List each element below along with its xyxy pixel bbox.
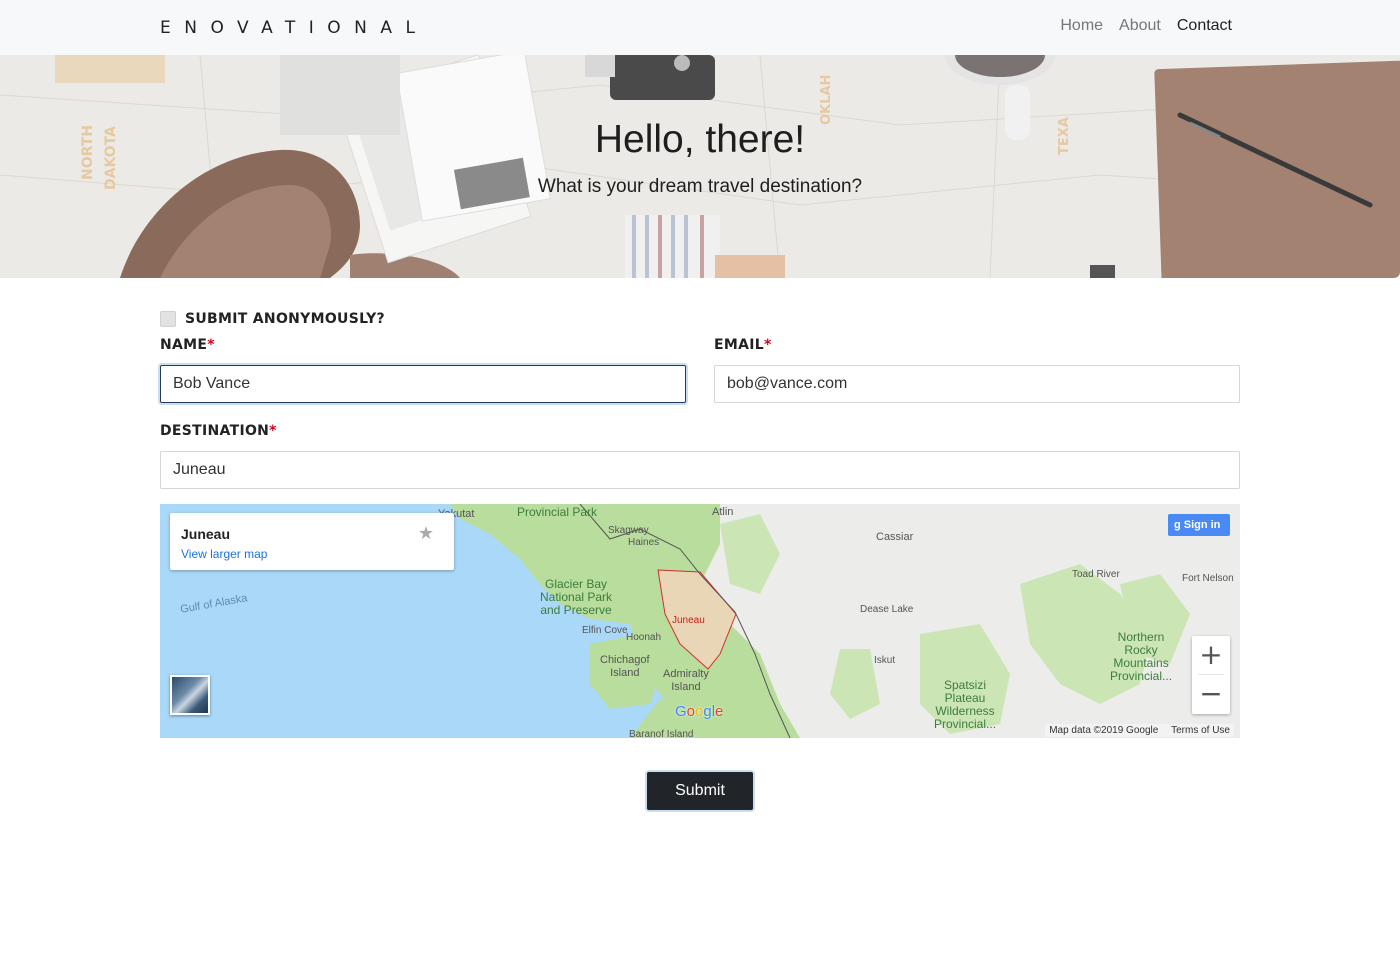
- required-marker: *: [763, 337, 772, 353]
- nav-contact-link[interactable]: Contact: [1177, 17, 1232, 35]
- google-logo: Google: [675, 703, 724, 720]
- hero-background-image: NORTH DAKOTA OKLAH TEXA: [0, 55, 1400, 278]
- map-label-toad-river: Toad River: [1072, 569, 1120, 580]
- map-label-admiralty: Admiralty Island: [663, 668, 709, 693]
- map-sign-in-button[interactable]: g Sign in: [1168, 514, 1230, 536]
- email-label-text: EMAIL: [714, 337, 764, 353]
- map-label-dease-lake: Dease Lake: [860, 604, 914, 615]
- hero-banner: NORTH DAKOTA OKLAH TEXA Hello, there! Wh…: [0, 55, 1400, 278]
- brand-logo[interactable]: ENOVATIONAL: [160, 18, 429, 38]
- google-plus-icon: g: [1174, 519, 1181, 531]
- map-label-fort-nelson: Fort Nelson: [1182, 573, 1234, 584]
- nav-about-link[interactable]: About: [1119, 17, 1161, 35]
- view-larger-map-link[interactable]: View larger map: [181, 547, 267, 561]
- map-label-glacier-bay: Glacier Bay National Park and Preserve: [540, 577, 613, 617]
- map-label-provincial-park: Provincial Park: [517, 505, 598, 519]
- map-label-chichagof: Chichagof Island: [600, 654, 650, 679]
- email-label: EMAIL*: [714, 337, 772, 353]
- star-icon[interactable]: ★: [418, 523, 434, 544]
- map-info-card: Juneau View larger map ★: [170, 513, 454, 570]
- satellite-toggle-thumbnail[interactable]: [170, 675, 210, 715]
- email-input[interactable]: bob@vance.com: [714, 365, 1240, 403]
- map-label-baranof: Baranof Island: [629, 729, 694, 738]
- navbar: ENOVATIONAL Home About Contact: [0, 0, 1400, 55]
- map-label-haines: Haines: [628, 537, 660, 548]
- anonymous-label[interactable]: SUBMIT ANONYMOUSLY?: [185, 311, 385, 327]
- zoom-out-button[interactable]: −: [1192, 675, 1230, 713]
- destination-label-text: DESTINATION: [160, 423, 270, 439]
- name-input[interactable]: Bob Vance: [160, 365, 686, 403]
- hero-subtitle: What is your dream travel destination?: [537, 176, 863, 197]
- submit-button[interactable]: Submit: [647, 772, 753, 810]
- anonymous-row: SUBMIT ANONYMOUSLY?: [160, 311, 385, 327]
- nav-links: Home About Contact: [1060, 17, 1232, 35]
- name-label: NAME*: [160, 337, 215, 353]
- required-marker: *: [269, 423, 277, 439]
- map-label-spatsizi: Spatsizi Plateau Wilderness Provincial..…: [934, 678, 997, 731]
- destination-label: DESTINATION*: [160, 423, 277, 439]
- map-label-northern-rocky: Northern Rocky Mountains Provincial...: [1110, 630, 1173, 683]
- map-zoom-controls: + −: [1192, 636, 1230, 714]
- map-label-juneau: Juneau: [672, 615, 705, 626]
- destination-input[interactable]: Juneau: [160, 451, 1240, 489]
- map-label-atlin: Atlin: [712, 506, 734, 518]
- terms-of-use-link[interactable]: Terms of Use: [1171, 725, 1230, 736]
- map-label-cassiar: Cassiar: [876, 531, 914, 543]
- map-label-elfin-cove: Elfin Cove: [582, 625, 628, 636]
- sign-in-label: Sign in: [1183, 519, 1221, 531]
- map-label-iskut: Iskut: [874, 655, 896, 666]
- nav-home-link[interactable]: Home: [1060, 17, 1103, 35]
- map-footer: Map data ©2019 Google Terms of Use: [1045, 724, 1234, 737]
- map-place-title: Juneau: [181, 526, 231, 542]
- destination-map[interactable]: Provincial Park Yakutat Atlin Skagway Ha…: [160, 504, 1240, 738]
- name-label-text: NAME: [160, 337, 208, 353]
- required-marker: *: [207, 337, 215, 353]
- hero-title: Hello, there!: [594, 118, 806, 161]
- zoom-in-button[interactable]: +: [1192, 636, 1230, 674]
- anonymous-checkbox[interactable]: [160, 311, 176, 327]
- map-attribution: Map data ©2019 Google: [1049, 725, 1159, 736]
- map-label-hoonah: Hoonah: [626, 632, 662, 643]
